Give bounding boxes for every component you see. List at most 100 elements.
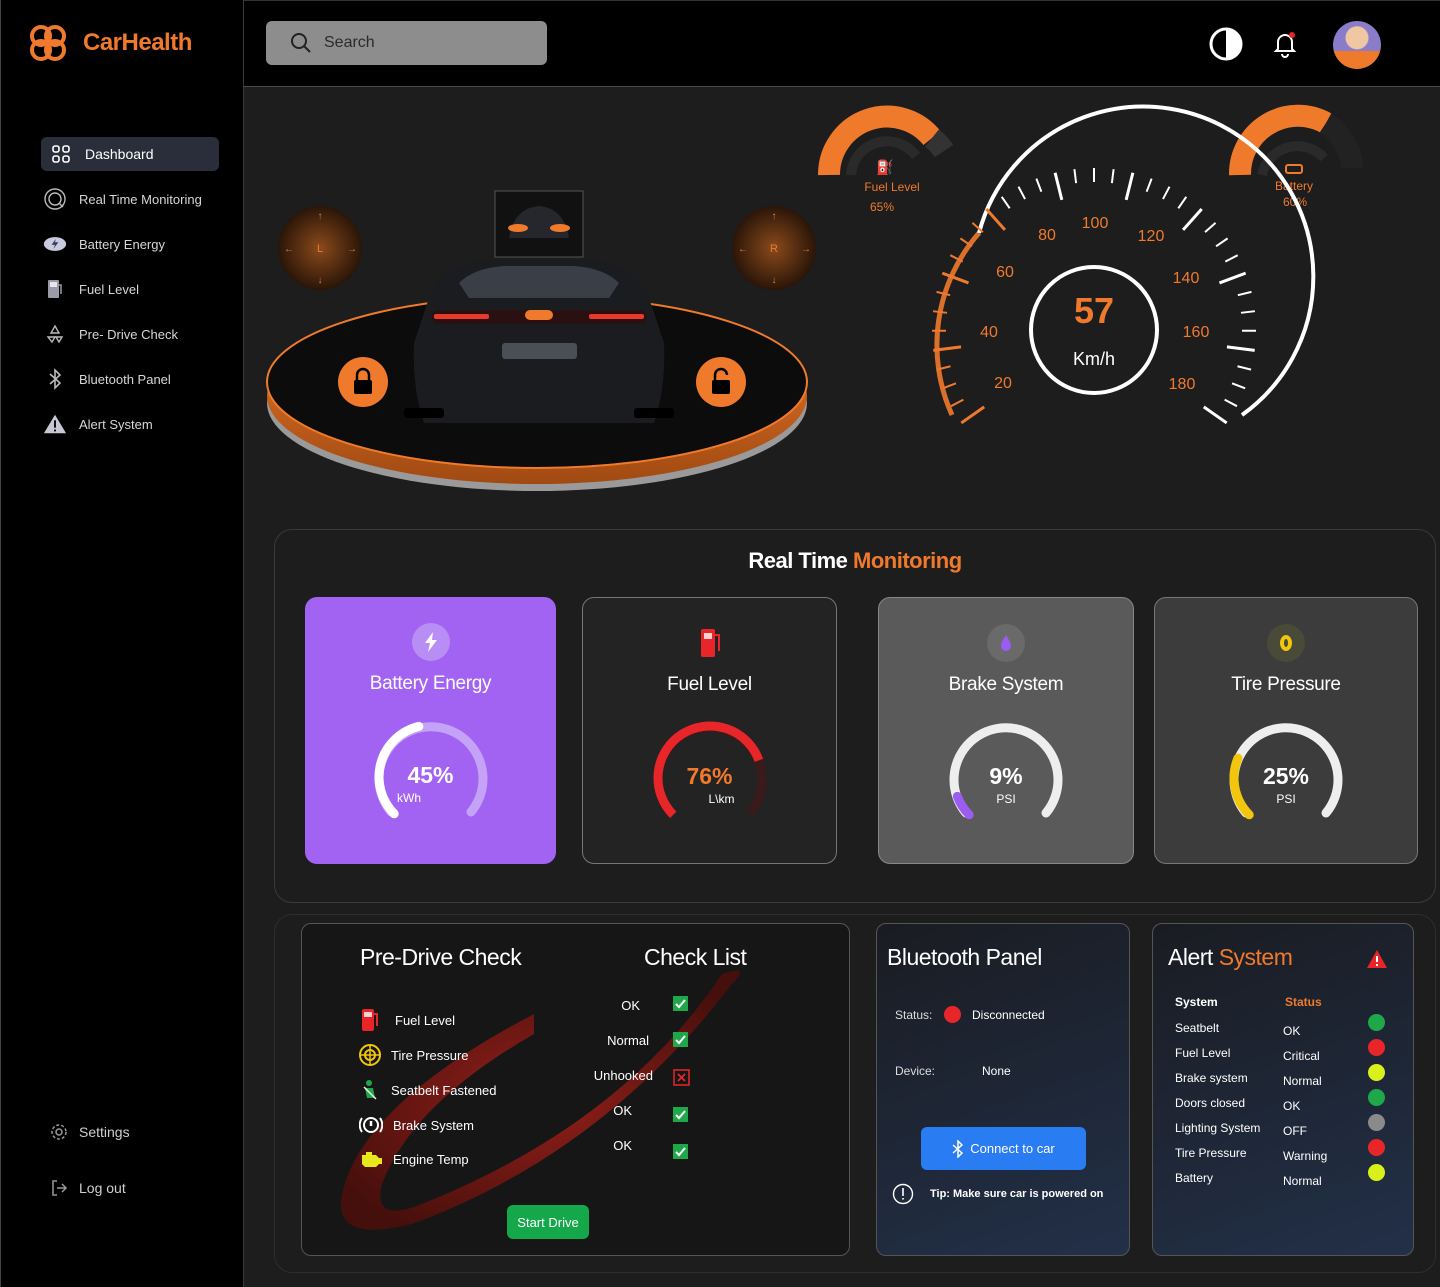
sidebar-item-label: Bluetooth Panel xyxy=(79,371,171,387)
speed-tick-label: 100 xyxy=(1082,215,1109,232)
svg-text:←: ← xyxy=(284,244,294,255)
fuel-mini-label: Fuel Level xyxy=(864,180,919,194)
brand-logo[interactable]: CarHealth xyxy=(27,22,192,64)
card-title: Tire Pressure xyxy=(1231,674,1341,695)
settings-link[interactable]: Settings xyxy=(49,1122,199,1142)
tire-icon xyxy=(1267,624,1305,662)
speed-tick xyxy=(1237,290,1252,297)
card-title: Brake System xyxy=(948,674,1064,695)
alert-system-panel: Alert System System Status Seatbelt OK Fue… xyxy=(1152,923,1414,1256)
brake-system-card[interactable]: Brake System 9% PSI xyxy=(878,597,1134,864)
battery-energy-card[interactable]: Battery Energy 45% kWh xyxy=(305,597,556,864)
left-control-label: L xyxy=(317,243,323,255)
status-dot xyxy=(1368,1114,1385,1131)
speed-tick-label: 160 xyxy=(1183,324,1210,341)
check-row-engine: Engine Temp xyxy=(359,1149,469,1169)
fuel-pump-icon xyxy=(362,1009,378,1031)
speed-tick-label: 20 xyxy=(994,375,1012,392)
notifications-button[interactable] xyxy=(1268,27,1302,61)
tip-text: Tip: Make sure car is powered on xyxy=(930,1188,1104,1200)
sidebar-item-pre-drive-check[interactable]: Pre- Drive Check xyxy=(41,317,219,351)
sidebar-item-bluetooth-panel[interactable]: Bluetooth Panel xyxy=(41,362,219,396)
logout-link[interactable]: Log out xyxy=(49,1178,199,1198)
check-icon[interactable] xyxy=(673,1032,688,1047)
status-dot xyxy=(1368,1039,1385,1056)
speed-tick-label: 180 xyxy=(1169,376,1196,393)
brand-name: CarHealth xyxy=(83,29,192,56)
column-header-status: Status xyxy=(1285,995,1322,1009)
settings-label: Settings xyxy=(79,1124,130,1140)
check-row-fuel: Fuel Level xyxy=(359,1007,455,1033)
rtm-title-b: Monitoring xyxy=(853,548,962,573)
drop-icon xyxy=(987,624,1025,662)
gear-icon xyxy=(51,1124,67,1140)
sidebar-item-alert-system[interactable]: Alert System xyxy=(41,407,219,441)
speed-tick xyxy=(1218,271,1247,285)
card-unit: PSI xyxy=(996,792,1016,806)
connect-to-car-button[interactable]: Connect to car xyxy=(921,1127,1086,1170)
speed-tick xyxy=(1204,222,1217,233)
check-label: Fuel Level xyxy=(395,1012,455,1028)
fuel-level-card[interactable]: Fuel Level 76% L\km xyxy=(582,597,837,864)
svg-text:↓: ↓ xyxy=(772,275,777,286)
svg-text:↓: ↓ xyxy=(318,275,323,286)
grid-icon xyxy=(49,142,73,166)
check-label: Seatbelt Fastened xyxy=(391,1082,497,1098)
check-row-tire: Tire Pressure xyxy=(359,1044,469,1066)
check-icon[interactable] xyxy=(673,996,688,1011)
cross-icon[interactable] xyxy=(673,1069,690,1086)
speed-tick xyxy=(1240,310,1256,314)
sidebar-item-dashboard[interactable]: Dashboard xyxy=(41,137,219,171)
speed-tick-label: 40 xyxy=(980,324,998,341)
status-dot xyxy=(1368,1164,1385,1181)
theme-toggle[interactable] xyxy=(1209,27,1243,61)
card-value: 76% xyxy=(686,763,733,789)
engine-icon xyxy=(362,1152,382,1167)
speed-tick-label: 60 xyxy=(996,264,1014,281)
alert-system-name: Tire Pressure xyxy=(1175,1146,1247,1160)
check-label: Tire Pressure xyxy=(391,1047,469,1063)
bolt-icon xyxy=(411,623,450,661)
speed-tick xyxy=(1145,178,1153,193)
sidebar-item-fuel-level[interactable]: Fuel Level xyxy=(41,272,219,306)
speed-unit: Km/h xyxy=(1073,349,1115,369)
card-title: Fuel Level xyxy=(667,674,752,695)
status-dot xyxy=(1368,1089,1385,1106)
speed-tick xyxy=(960,405,986,425)
warning-icon xyxy=(43,412,67,436)
speed-tick xyxy=(1124,172,1135,201)
card-unit: kWh xyxy=(397,791,421,805)
check-icon[interactable] xyxy=(673,1144,688,1159)
svg-text:↑: ↑ xyxy=(772,211,777,222)
sidebar: CarHealth Dashboard Real Time Monitoring… xyxy=(0,0,244,1287)
start-drive-button[interactable]: Start Drive xyxy=(507,1205,589,1239)
status-value: Disconnected xyxy=(972,1008,1045,1022)
check-icon[interactable] xyxy=(673,1107,688,1122)
check-row-seatbelt: Seatbelt Fastened xyxy=(359,1079,497,1101)
device-value: None xyxy=(982,1064,1011,1078)
search-box[interactable] xyxy=(266,21,547,65)
svg-text:←: ← xyxy=(738,244,748,255)
alert-title-a: Alert xyxy=(1168,944,1219,970)
speed-value: 57 xyxy=(1074,290,1114,331)
search-input[interactable] xyxy=(324,34,524,52)
fuel-mini-gauge: ⛽ xyxy=(817,105,954,176)
tire-pressure-card[interactable]: Tire Pressure 25% PSI xyxy=(1154,597,1418,864)
sidebar-nav: Dashboard Real Time Monitoring Battery E… xyxy=(41,137,219,452)
car-overview: ↑ ↓ ← → L ↑ ↓ ← → R ⛽ Fuel Level 65% Battery 6… xyxy=(244,88,1440,528)
sidebar-item-label: Pre- Drive Check xyxy=(79,326,178,342)
check-status: Unhooked xyxy=(593,1068,653,1083)
fuel-pump-icon: ⛽ xyxy=(876,159,893,176)
speed-tick xyxy=(1226,345,1255,352)
fuel-icon xyxy=(43,277,67,301)
check-label: Brake System xyxy=(393,1117,474,1133)
avatar[interactable] xyxy=(1333,21,1381,69)
right-control-label: R xyxy=(770,243,778,255)
seatbelt-icon xyxy=(363,1080,377,1100)
sidebar-item-real-time-monitoring[interactable]: Real Time Monitoring xyxy=(41,182,219,216)
speed-tick-label: 80 xyxy=(1038,227,1056,244)
bluetooth-icon xyxy=(952,1139,964,1158)
sidebar-item-battery-energy[interactable]: Battery Energy xyxy=(41,227,219,261)
checklist-title: Check List xyxy=(644,944,747,970)
speed-tick xyxy=(1053,172,1064,201)
